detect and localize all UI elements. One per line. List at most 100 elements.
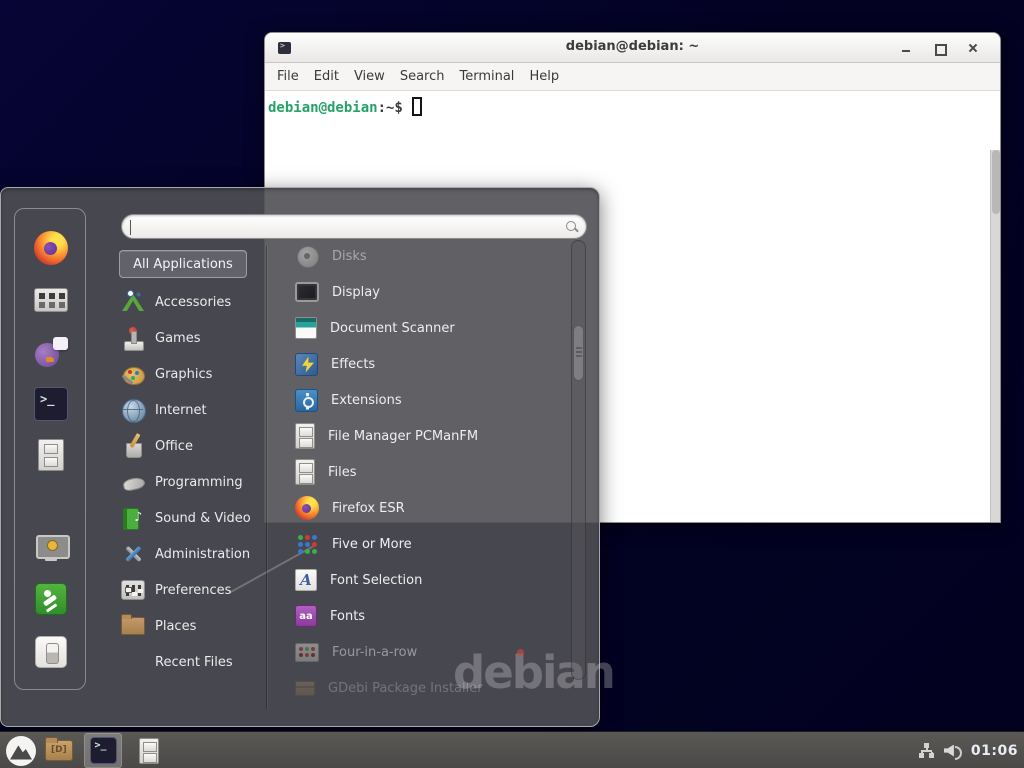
category-label: Office [155, 439, 193, 454]
desktop: debian@debian: ~ File Edit View Search T… [0, 0, 1024, 768]
app-font-selection[interactable]: A Font Selection [283, 562, 569, 598]
shutdown-button[interactable] [34, 635, 68, 669]
maximize-button[interactable] [932, 41, 947, 56]
category-programming[interactable]: Programming [119, 464, 267, 500]
clock[interactable]: 01:06 [971, 743, 1018, 759]
window-title: debian@debian: ~ [265, 39, 1000, 54]
file-cabinet-icon [139, 738, 159, 764]
prompt-user-host: debian@debian [268, 100, 378, 116]
app-disks[interactable]: Disks [283, 238, 569, 274]
column-separator [266, 246, 267, 710]
app-files[interactable]: Files [283, 454, 569, 490]
gdebi-icon [295, 681, 315, 696]
terminal-scrollbar-handle[interactable] [992, 150, 1000, 214]
app-label: Disks [332, 249, 367, 264]
app-label: Document Scanner [330, 321, 455, 336]
terminal-taskbar-button[interactable] [84, 733, 122, 768]
keyboard-icon [34, 288, 68, 312]
pidgin-icon [34, 335, 68, 369]
favorite-keyboard-app[interactable] [34, 283, 68, 317]
close-button[interactable] [966, 41, 981, 56]
category-label: Administration [155, 547, 250, 562]
internet-icon [121, 398, 145, 422]
category-games[interactable]: Games [119, 320, 267, 356]
category-label: Sound & Video [155, 511, 251, 526]
app-label: Firefox ESR [332, 501, 405, 516]
app-label: Files [328, 465, 357, 480]
terminal-scrollbar[interactable] [990, 150, 1000, 522]
favorite-pidgin[interactable] [34, 335, 68, 369]
accessories-icon [121, 290, 145, 314]
app-fonts[interactable]: aa Fonts [283, 598, 569, 634]
category-label: Places [155, 619, 196, 634]
terminal-cursor [412, 97, 422, 116]
favorite-terminal[interactable] [34, 387, 68, 421]
app-search-input[interactable] [132, 217, 552, 236]
log-out-button[interactable] [34, 582, 68, 616]
app-label: Font Selection [330, 573, 422, 588]
four-in-a-row-icon [295, 643, 319, 662]
app-document-scanner[interactable]: Document Scanner [283, 310, 569, 346]
app-label: Fonts [330, 609, 365, 624]
graphics-icon [121, 362, 145, 386]
app-label: Five or More [332, 537, 412, 552]
app-five-or-more[interactable]: Five or More [283, 526, 569, 562]
display-icon [295, 282, 319, 302]
menu-terminal[interactable]: Terminal [459, 69, 514, 84]
no-icon [121, 650, 145, 674]
category-office[interactable]: Office [119, 428, 267, 464]
menu-help[interactable]: Help [529, 69, 559, 84]
lock-screen-icon [34, 533, 68, 563]
category-accessories[interactable]: Accessories [119, 284, 267, 320]
category-administration[interactable]: Administration [119, 536, 267, 572]
app-label: GDebi Package Installer [328, 681, 483, 696]
fonts-icon: aa [295, 605, 317, 627]
menu-edit[interactable]: Edit [314, 69, 339, 84]
app-label: Display [332, 285, 380, 300]
minimize-button[interactable] [899, 41, 914, 56]
all-applications-button[interactable]: All Applications [119, 250, 247, 278]
category-label: Graphics [155, 367, 212, 382]
font-selection-icon: A [295, 569, 317, 591]
start-menu: debian All Applications Accessories Game… [0, 187, 600, 727]
menu-scrollbar[interactable] [571, 240, 586, 680]
app-effects[interactable]: Effects [283, 346, 569, 382]
category-recent-files[interactable]: Recent Files [119, 644, 267, 680]
log-out-icon [35, 583, 67, 615]
search-icon [565, 220, 579, 234]
category-sound-video[interactable]: Sound & Video [119, 500, 267, 536]
menu-search[interactable]: Search [400, 69, 445, 84]
shutdown-icon [35, 636, 67, 668]
category-internet[interactable]: Internet [119, 392, 267, 428]
sound-video-icon [121, 506, 145, 530]
category-label: Internet [155, 403, 207, 418]
app-file-manager-pcmanfm[interactable]: File Manager PCManFM [283, 418, 569, 454]
menu-view[interactable]: View [354, 69, 385, 84]
app-four-in-a-row[interactable]: Four-in-a-row [283, 634, 569, 670]
category-label: Games [155, 331, 200, 346]
file-manager-launcher[interactable] [42, 735, 76, 766]
application-list: Disks Display Document Scanner Effects E… [283, 238, 569, 706]
category-graphics[interactable]: Graphics [119, 356, 267, 392]
favorite-firefox[interactable] [34, 231, 68, 265]
files-launcher[interactable] [132, 735, 166, 766]
category-preferences[interactable]: Preferences [119, 572, 267, 608]
app-firefox-esr[interactable]: Firefox ESR [283, 490, 569, 526]
app-gdebi-package-installer[interactable]: GDebi Package Installer [283, 670, 569, 706]
start-menu-button[interactable] [4, 735, 38, 766]
terminal-titlebar[interactable]: debian@debian: ~ [265, 33, 1000, 63]
app-display[interactable]: Display [283, 274, 569, 310]
five-or-more-icon [295, 532, 319, 556]
category-places[interactable]: Places [119, 608, 267, 644]
menu-scrollbar-handle[interactable] [573, 325, 584, 381]
network-icon[interactable] [918, 743, 935, 759]
menu-file[interactable]: File [277, 69, 299, 84]
volume-icon[interactable] [944, 743, 962, 759]
lock-screen-button[interactable] [34, 531, 68, 565]
category-label: Recent Files [155, 655, 233, 670]
document-scanner-icon [295, 317, 317, 339]
app-extensions[interactable]: Extensions [283, 382, 569, 418]
terminal-menubar: File Edit View Search Terminal Help [265, 63, 1000, 91]
favorite-file-manager[interactable] [34, 438, 68, 472]
taskbar: 01:06 [0, 731, 1024, 768]
